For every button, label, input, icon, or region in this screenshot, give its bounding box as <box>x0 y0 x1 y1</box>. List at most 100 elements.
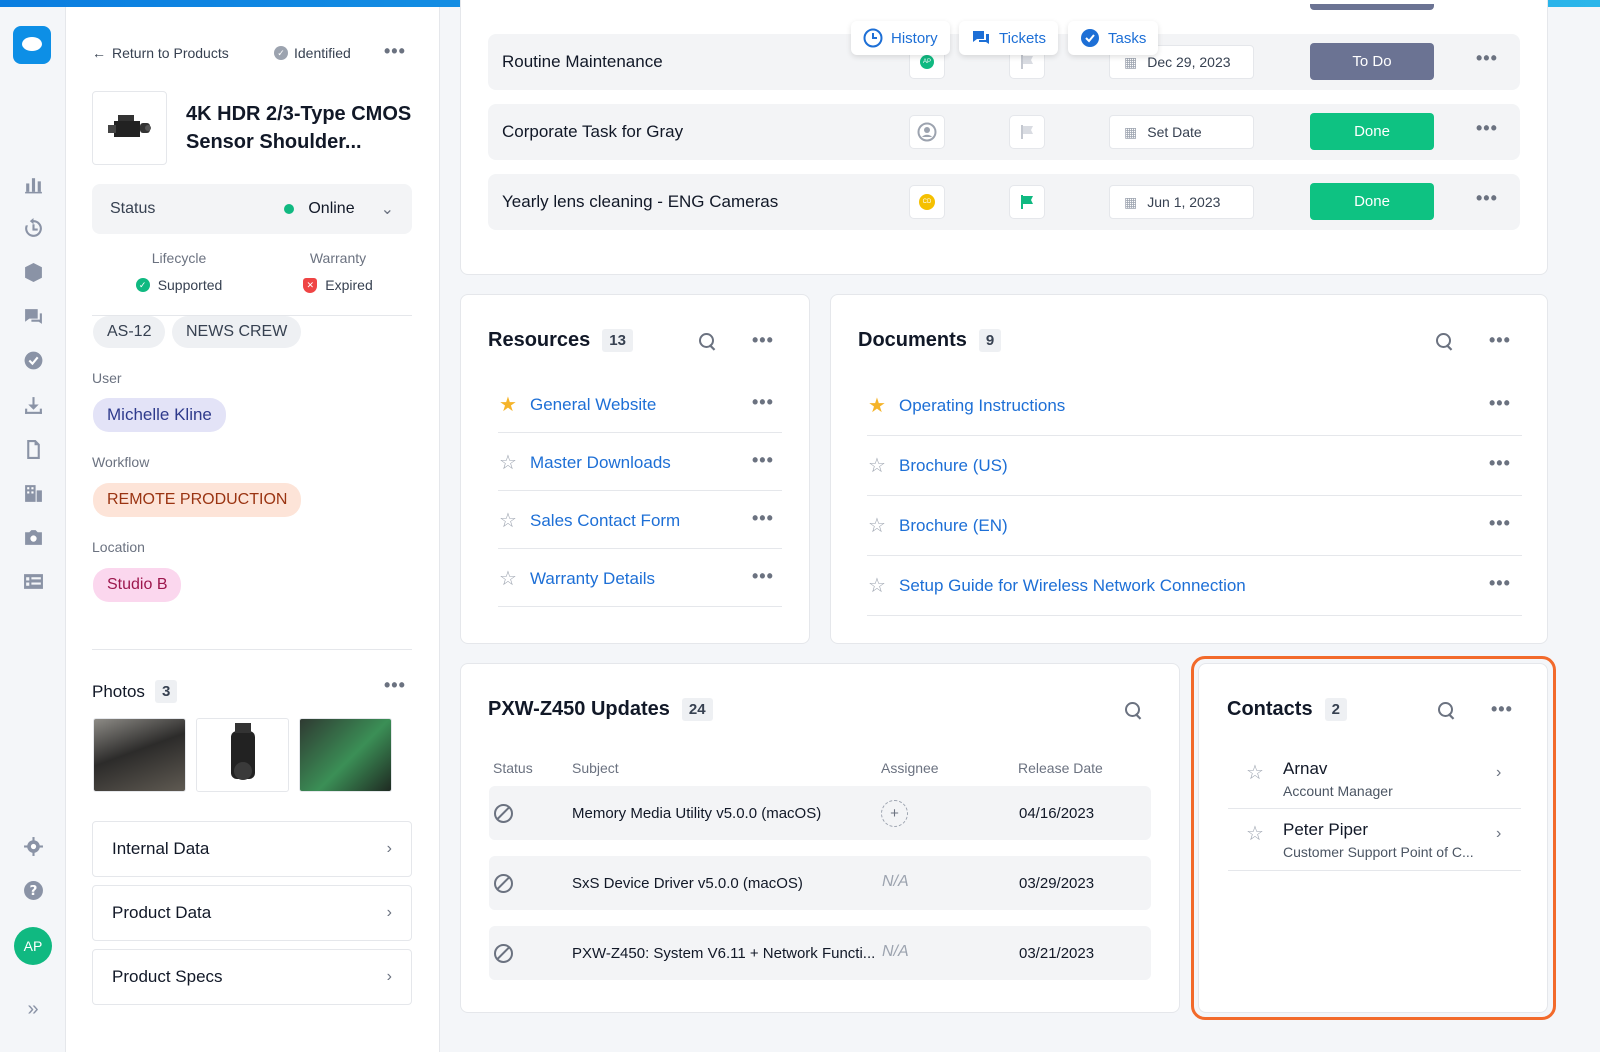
more-icon[interactable]: ••• <box>752 508 774 529</box>
star-outline-icon[interactable]: ☆ <box>498 566 518 591</box>
more-icon[interactable]: ••• <box>752 392 774 413</box>
resources-header: Resources 13 <box>488 329 633 352</box>
star-outline-icon[interactable]: ☆ <box>867 513 887 538</box>
table-row[interactable]: PXW-Z450: System V6.11 + Network Functi.… <box>489 926 1151 980</box>
location-chip[interactable]: Studio B <box>93 568 182 602</box>
more-icon[interactable]: ••• <box>1489 393 1511 414</box>
gear-icon[interactable] <box>21 834 45 858</box>
download-icon[interactable] <box>21 393 45 417</box>
check-circle-icon[interactable] <box>21 348 45 372</box>
due-date-field[interactable]: ▦ Set Date <box>1109 115 1254 149</box>
history-icon[interactable] <box>21 216 45 240</box>
more-icon[interactable]: ••• <box>384 675 406 696</box>
more-icon[interactable]: ••• <box>752 566 774 587</box>
location-label: Location <box>92 539 145 555</box>
column-header-assignee[interactable]: Assignee <box>881 760 939 776</box>
documents-count: 9 <box>978 329 1002 352</box>
more-icon[interactable]: ••• <box>752 330 774 351</box>
expand-icon[interactable]: » <box>21 997 45 1021</box>
workflow-chip[interactable]: REMOTE PRODUCTION <box>93 483 302 517</box>
star-filled-icon[interactable]: ★ <box>867 393 887 418</box>
search-icon[interactable] <box>1435 332 1455 352</box>
more-icon[interactable]: ••• <box>1489 573 1511 594</box>
warranty: Warranty ✕ Expired <box>258 250 418 293</box>
building-icon[interactable] <box>21 481 45 505</box>
assignee-avatar[interactable]: CD <box>909 185 945 219</box>
more-icon[interactable]: ••• <box>1489 513 1511 534</box>
more-icon[interactable]: ••• <box>384 41 406 62</box>
column-header-release-date[interactable]: Release Date <box>1018 760 1103 776</box>
search-icon[interactable] <box>1124 701 1144 721</box>
tab-history[interactable]: History <box>851 21 950 55</box>
divider <box>498 432 782 433</box>
product-title: 4K HDR 2/3-Type CMOS Sensor Shoulder... <box>186 103 412 153</box>
more-icon[interactable]: ••• <box>1476 48 1498 69</box>
more-icon[interactable]: ••• <box>1489 330 1511 351</box>
check-circle-icon <box>1081 29 1099 47</box>
product-data-accordion[interactable]: Product Data › <box>92 885 412 941</box>
tab-tasks[interactable]: Tasks <box>1068 21 1159 55</box>
tag-chip[interactable]: NEWS CREW <box>172 316 302 348</box>
task-row[interactable]: Corporate Task for Gray ▦ Set Date Done •… <box>488 104 1520 160</box>
resource-link[interactable]: ☆ Master Downloads <box>498 450 671 475</box>
assignee-placeholder-icon[interactable] <box>909 115 945 149</box>
cube-icon[interactable] <box>21 260 45 284</box>
tab-label: Tickets <box>999 29 1046 47</box>
due-date-field[interactable]: ▦ Jun 1, 2023 <box>1109 185 1254 219</box>
chat-icon[interactable] <box>21 304 45 328</box>
task-name: Routine Maintenance <box>502 52 663 71</box>
product-image <box>92 91 167 165</box>
status-button[interactable]: Done <box>1310 183 1434 220</box>
search-icon[interactable] <box>698 332 718 352</box>
star-filled-icon[interactable]: ★ <box>498 392 518 417</box>
star-outline-icon[interactable]: ☆ <box>867 573 887 598</box>
status-button-partial <box>1310 4 1434 10</box>
user-avatar[interactable]: AP <box>14 927 52 965</box>
camera-icon[interactable] <box>21 525 45 549</box>
document-link[interactable]: ☆ Setup Guide for Wireless Network Connec… <box>867 573 1246 598</box>
document-link[interactable]: ☆ Brochure (US) <box>867 453 1008 478</box>
document-icon[interactable] <box>21 437 45 461</box>
product-specs-accordion[interactable]: Product Specs › <box>92 949 412 1005</box>
table-row[interactable]: Memory Media Utility v5.0.0 (macOS) + 04… <box>489 786 1151 840</box>
status-button[interactable]: To Do <box>1310 43 1434 80</box>
table-row[interactable]: SxS Device Driver v5.0.0 (macOS) N/A 03/… <box>489 856 1151 910</box>
status-dropdown[interactable]: Status Online ⌄ <box>92 184 412 234</box>
resource-link[interactable]: ★ General Website <box>498 392 656 417</box>
more-icon[interactable]: ••• <box>1476 188 1498 209</box>
resource-link[interactable]: ☆ Sales Contact Form <box>498 508 680 533</box>
form-icon[interactable] <box>21 569 45 593</box>
column-header-status[interactable]: Status <box>493 760 533 776</box>
more-icon[interactable]: ••• <box>752 450 774 471</box>
star-outline-icon[interactable]: ☆ <box>867 453 887 478</box>
more-icon[interactable]: ••• <box>1489 453 1511 474</box>
app-logo[interactable] <box>13 26 51 64</box>
status-button[interactable]: Done <box>1310 113 1434 150</box>
add-assignee-button[interactable]: + <box>881 800 908 827</box>
flag-icon[interactable] <box>1009 185 1045 219</box>
accordion-label: Product Data <box>112 903 212 922</box>
document-link[interactable]: ☆ Brochure (EN) <box>867 513 1008 538</box>
tag-chip[interactable]: AS-12 <box>93 316 166 348</box>
help-icon[interactable]: ? <box>21 878 45 902</box>
task-row[interactable]: Yearly lens cleaning - ENG Cameras CD ▦ J… <box>488 174 1520 230</box>
flag-icon[interactable] <box>1009 115 1045 149</box>
photo-thumbnail[interactable] <box>196 718 289 792</box>
photo-thumbnail[interactable] <box>93 718 186 792</box>
tab-tickets[interactable]: Tickets <box>959 21 1058 55</box>
user-chip[interactable]: Michelle Kline <box>93 398 226 432</box>
photo-thumbnail[interactable] <box>299 718 392 792</box>
more-icon[interactable]: ••• <box>1476 118 1498 139</box>
bar-chart-icon[interactable] <box>21 172 45 196</box>
updates-title: PXW-Z450 Updates <box>488 698 670 720</box>
document-link[interactable]: ★ Operating Instructions <box>867 393 1065 418</box>
star-outline-icon[interactable]: ☆ <box>498 450 518 475</box>
column-header-subject[interactable]: Subject <box>572 760 619 776</box>
update-subject: SxS Device Driver v5.0.0 (macOS) <box>572 875 803 892</box>
highlight-outline <box>1191 656 1556 1020</box>
resource-link[interactable]: ☆ Warranty Details <box>498 566 655 591</box>
star-outline-icon[interactable]: ☆ <box>498 508 518 533</box>
photos-title: Photos <box>92 681 145 701</box>
internal-data-accordion[interactable]: Internal Data › <box>92 821 412 877</box>
return-link[interactable]: ← Return to Products <box>92 45 229 61</box>
